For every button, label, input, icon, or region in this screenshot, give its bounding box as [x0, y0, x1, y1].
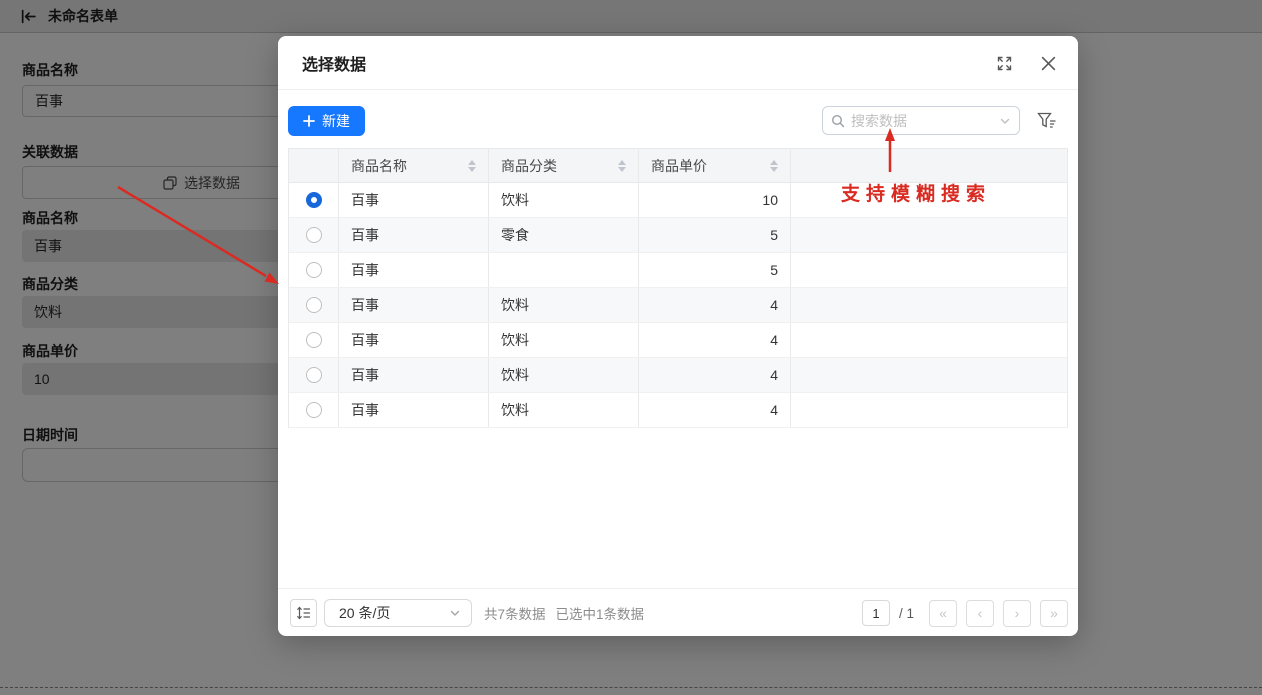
select-data-modal: 选择数据: [278, 36, 1078, 636]
table-row[interactable]: 百事 饮料 10: [289, 183, 1067, 218]
sort-icon[interactable]: [770, 160, 778, 172]
last-page-button[interactable]: »: [1040, 600, 1068, 627]
pagination: / 1 « ‹ › »: [862, 589, 1068, 637]
selected-count-label: 已选中1条数据: [556, 603, 645, 623]
table-totals: 共7条数据 已选中1条数据: [484, 589, 644, 637]
close-icon[interactable]: [1040, 55, 1056, 71]
sort-icon[interactable]: [468, 160, 476, 172]
search-icon: [831, 114, 845, 128]
radio-unselected[interactable]: [306, 262, 322, 278]
create-button[interactable]: 新建: [288, 106, 365, 136]
table-row[interactable]: 百事 饮料 4: [289, 393, 1067, 428]
create-button-label: 新建: [322, 111, 350, 131]
header-label: 商品单价: [651, 156, 707, 176]
header-radio-cell: [289, 149, 339, 182]
page-size-label: 20 条/页: [339, 603, 449, 623]
search-input[interactable]: [851, 113, 993, 129]
page-total-label: / 1: [899, 606, 914, 621]
prev-page-button[interactable]: ‹: [966, 600, 994, 627]
radio-unselected[interactable]: [306, 367, 322, 383]
first-page-button[interactable]: «: [929, 600, 957, 627]
page-size-select[interactable]: 20 条/页: [324, 599, 472, 627]
radio-unselected[interactable]: [306, 297, 322, 313]
table-row[interactable]: 百事 饮料 4: [289, 358, 1067, 393]
header-price[interactable]: 商品单价: [639, 149, 791, 182]
page-number-input[interactable]: [862, 600, 890, 626]
plus-icon: [303, 115, 315, 127]
modal-header: 选择数据: [278, 36, 1078, 90]
search-input-wrapper: [822, 106, 1020, 135]
radio-unselected[interactable]: [306, 332, 322, 348]
modal-title: 选择数据: [302, 51, 366, 75]
header-category[interactable]: 商品分类: [489, 149, 639, 182]
modal-footer: 20 条/页 共7条数据 已选中1条数据 / 1 « ‹ › »: [278, 588, 1078, 636]
table-row[interactable]: 百事 零食 5: [289, 218, 1067, 253]
header-label: 商品名称: [351, 156, 407, 176]
radio-unselected[interactable]: [306, 227, 322, 243]
fullscreen-icon[interactable]: [996, 55, 1012, 71]
page: 未命名表单 商品名称 百事 关联数据 选择数据 商品名称 百事 商品分类 饮料 …: [0, 0, 1262, 695]
radio-selected[interactable]: [306, 192, 322, 208]
radio-unselected[interactable]: [306, 402, 322, 418]
density-icon[interactable]: [290, 599, 317, 627]
chevron-down-icon[interactable]: [999, 115, 1011, 127]
table-row[interactable]: 百事 饮料 4: [289, 323, 1067, 358]
header-product-name[interactable]: 商品名称: [339, 149, 489, 182]
next-page-button[interactable]: ›: [1003, 600, 1031, 627]
sort-icon[interactable]: [618, 160, 626, 172]
table-header-row: 商品名称 商品分类 商品单价: [289, 149, 1067, 183]
filter-icon[interactable]: [1035, 110, 1059, 132]
header-filler: [791, 149, 1067, 182]
chevron-down-icon: [449, 607, 461, 619]
data-table: 商品名称 商品分类 商品单价 百事 饮料 10: [288, 148, 1068, 428]
table-row[interactable]: 百事 5: [289, 253, 1067, 288]
total-count-label: 共7条数据: [484, 603, 546, 623]
header-label: 商品分类: [501, 156, 557, 176]
table-row[interactable]: 百事 饮料 4: [289, 288, 1067, 323]
